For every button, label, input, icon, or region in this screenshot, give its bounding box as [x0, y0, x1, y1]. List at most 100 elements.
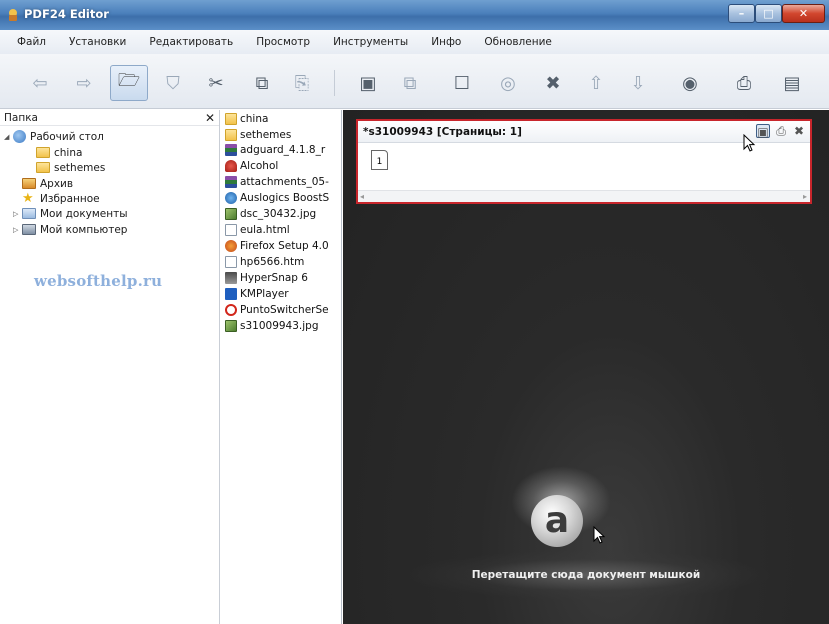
list-item[interactable]: china	[225, 111, 268, 126]
list-item-label: s31009943.jpg	[240, 319, 319, 332]
tree-item-sethemes[interactable]: sethemes	[36, 160, 105, 175]
paste-icon[interactable]: ⎘	[286, 67, 318, 99]
arrow-up-icon[interactable]: ⇧	[580, 67, 612, 99]
maximize-button[interactable]: □	[755, 4, 782, 23]
list-item[interactable]: KMPlayer	[225, 286, 289, 301]
list-item[interactable]: PuntoSwitcherSe	[225, 302, 329, 317]
firefox-icon	[225, 239, 237, 252]
square-icon[interactable]: ☐	[446, 67, 478, 99]
desktop-icon	[13, 130, 26, 143]
tree-item-my-documents[interactable]: ▷ Мои документы	[13, 206, 128, 221]
star-icon: ★	[22, 191, 34, 206]
save-all-icon[interactable]: ⧉	[394, 67, 426, 99]
document-scrollbar[interactable]: ◂ ▸	[358, 190, 810, 202]
hypersnap-icon	[225, 271, 237, 284]
tree-item-label: Мои документы	[40, 207, 128, 220]
menu-file[interactable]: Файл	[17, 36, 46, 48]
list-item[interactable]: Alcohol	[225, 158, 278, 173]
document-icon[interactable]: ▤	[776, 67, 808, 99]
document-title: *s31009943 [Страницы: 1]	[363, 126, 522, 138]
forward-arrow-icon[interactable]: ⇨	[68, 67, 100, 99]
tree-item-china[interactable]: china	[36, 145, 82, 160]
eye-icon[interactable]: ◉	[674, 67, 706, 99]
file-list-panel: china sethemes adguard_4.1.8_r Alcohol a…	[221, 110, 342, 624]
list-item[interactable]: HyperSnap 6	[225, 270, 308, 285]
list-item[interactable]: s31009943.jpg	[225, 318, 319, 333]
close-button[interactable]: ✕	[782, 4, 825, 23]
copy-icon[interactable]: ⧉	[246, 67, 278, 99]
tree-expand-icon[interactable]: ◢	[4, 133, 13, 141]
list-item-label: adguard_4.1.8_r	[240, 143, 326, 156]
tree-item-desktop[interactable]: ◢ Рабочий стол	[4, 129, 104, 144]
list-item[interactable]: eula.html	[225, 222, 290, 237]
page-thumbnail[interactable]: 1	[371, 150, 388, 170]
menu-update[interactable]: Обновление	[484, 36, 552, 48]
list-item-label: hp6566.htm	[240, 255, 305, 268]
printer-icon[interactable]: ⎙	[728, 67, 760, 99]
folder-icon	[225, 128, 237, 141]
computer-icon	[22, 224, 36, 235]
punto-icon	[225, 303, 237, 316]
list-item[interactable]: adguard_4.1.8_r	[225, 142, 325, 157]
auslogics-icon	[225, 191, 237, 204]
delete-icon[interactable]: ✖	[537, 67, 569, 99]
toolbar-separator	[334, 70, 335, 96]
pdf24-app-icon	[9, 9, 17, 21]
merge-icon[interactable]: ◎	[492, 67, 524, 99]
list-item[interactable]: dsc_30432.jpg	[225, 206, 316, 221]
tree-item-label: Мой компьютер	[40, 223, 128, 236]
minimize-button[interactable]: –	[728, 4, 755, 23]
archive-icon	[22, 178, 36, 189]
folder-panel-close-icon[interactable]: ✕	[205, 111, 215, 125]
mouse-cursor-icon	[743, 134, 756, 152]
menu-edit[interactable]: Редактировать	[149, 36, 233, 48]
toolbar: ⇦ ⇨ 🗁 ⛉ ✂ ⧉ ⎘ ▣ ⧉ ☐ ◎ ✖ ⇧ ⇩ ◉ ⎙ ▤	[0, 54, 829, 109]
list-item[interactable]: hp6566.htm	[225, 254, 304, 269]
list-item-label: dsc_30432.jpg	[240, 207, 317, 220]
folder-panel-title: Папка	[4, 111, 38, 124]
list-item[interactable]: Firefox Setup 4.0	[225, 238, 329, 253]
document-close-icon[interactable]: ✖	[792, 124, 806, 138]
folder-icon	[225, 112, 237, 125]
kmplayer-icon	[225, 287, 237, 300]
alcohol-icon	[225, 159, 237, 172]
back-arrow-icon[interactable]: ⇦	[24, 67, 56, 99]
list-item-label: china	[240, 112, 269, 125]
list-item-label: KMPlayer	[240, 287, 289, 300]
scissors-icon[interactable]: ✂	[200, 67, 232, 99]
list-item[interactable]: Auslogics BoostS	[225, 190, 329, 205]
tree-item-label: china	[54, 146, 83, 159]
document-print-icon[interactable]: ⎙	[774, 124, 788, 138]
tree-item-label: Рабочий стол	[30, 130, 104, 143]
html-icon	[225, 223, 237, 236]
open-folder-icon[interactable]: 🗁	[110, 65, 148, 101]
mouse-cursor-icon	[593, 526, 606, 544]
list-item[interactable]: attachments_05-	[225, 174, 329, 189]
tree-item-my-computer[interactable]: ▷ Мой компьютер	[13, 222, 127, 237]
document-panel[interactable]: *s31009943 [Страницы: 1] ▣ ⎙ ✖ 1 ◂ ▸	[356, 119, 812, 204]
tree-expand-icon[interactable]: ▷	[13, 226, 22, 234]
menu-view[interactable]: Просмотр	[256, 36, 310, 48]
tree-item-archive[interactable]: Архив	[22, 176, 73, 191]
save-icon[interactable]: ▣	[352, 67, 384, 99]
menu-tools[interactable]: Инструменты	[333, 36, 408, 48]
folder-icon	[36, 147, 50, 158]
menu-info[interactable]: Инфо	[431, 36, 461, 48]
image-icon	[225, 207, 237, 220]
document-workspace[interactable]: *s31009943 [Страницы: 1] ▣ ⎙ ✖ 1 ◂ ▸ a П…	[343, 110, 829, 624]
tree-expand-icon[interactable]: ▷	[13, 210, 22, 218]
document-save-icon[interactable]: ▣	[756, 124, 770, 139]
scroll-left-icon[interactable]: ◂	[360, 192, 364, 201]
archive-icon	[225, 143, 237, 156]
arrow-down-icon[interactable]: ⇩	[622, 67, 654, 99]
scroll-right-icon[interactable]: ▸	[803, 192, 807, 201]
list-item-label: HyperSnap 6	[240, 271, 308, 284]
menu-settings[interactable]: Установки	[69, 36, 126, 48]
shield-icon[interactable]: ⛉	[157, 67, 189, 99]
tree-item-favorites[interactable]: ★ Избранное	[22, 191, 100, 206]
documents-icon	[22, 208, 36, 219]
list-item[interactable]: sethemes	[225, 127, 291, 142]
menu-bar: Файл Установки Редактировать Просмотр Ин…	[0, 30, 829, 54]
image-icon	[225, 319, 237, 332]
list-item-label: Alcohol	[240, 159, 279, 172]
